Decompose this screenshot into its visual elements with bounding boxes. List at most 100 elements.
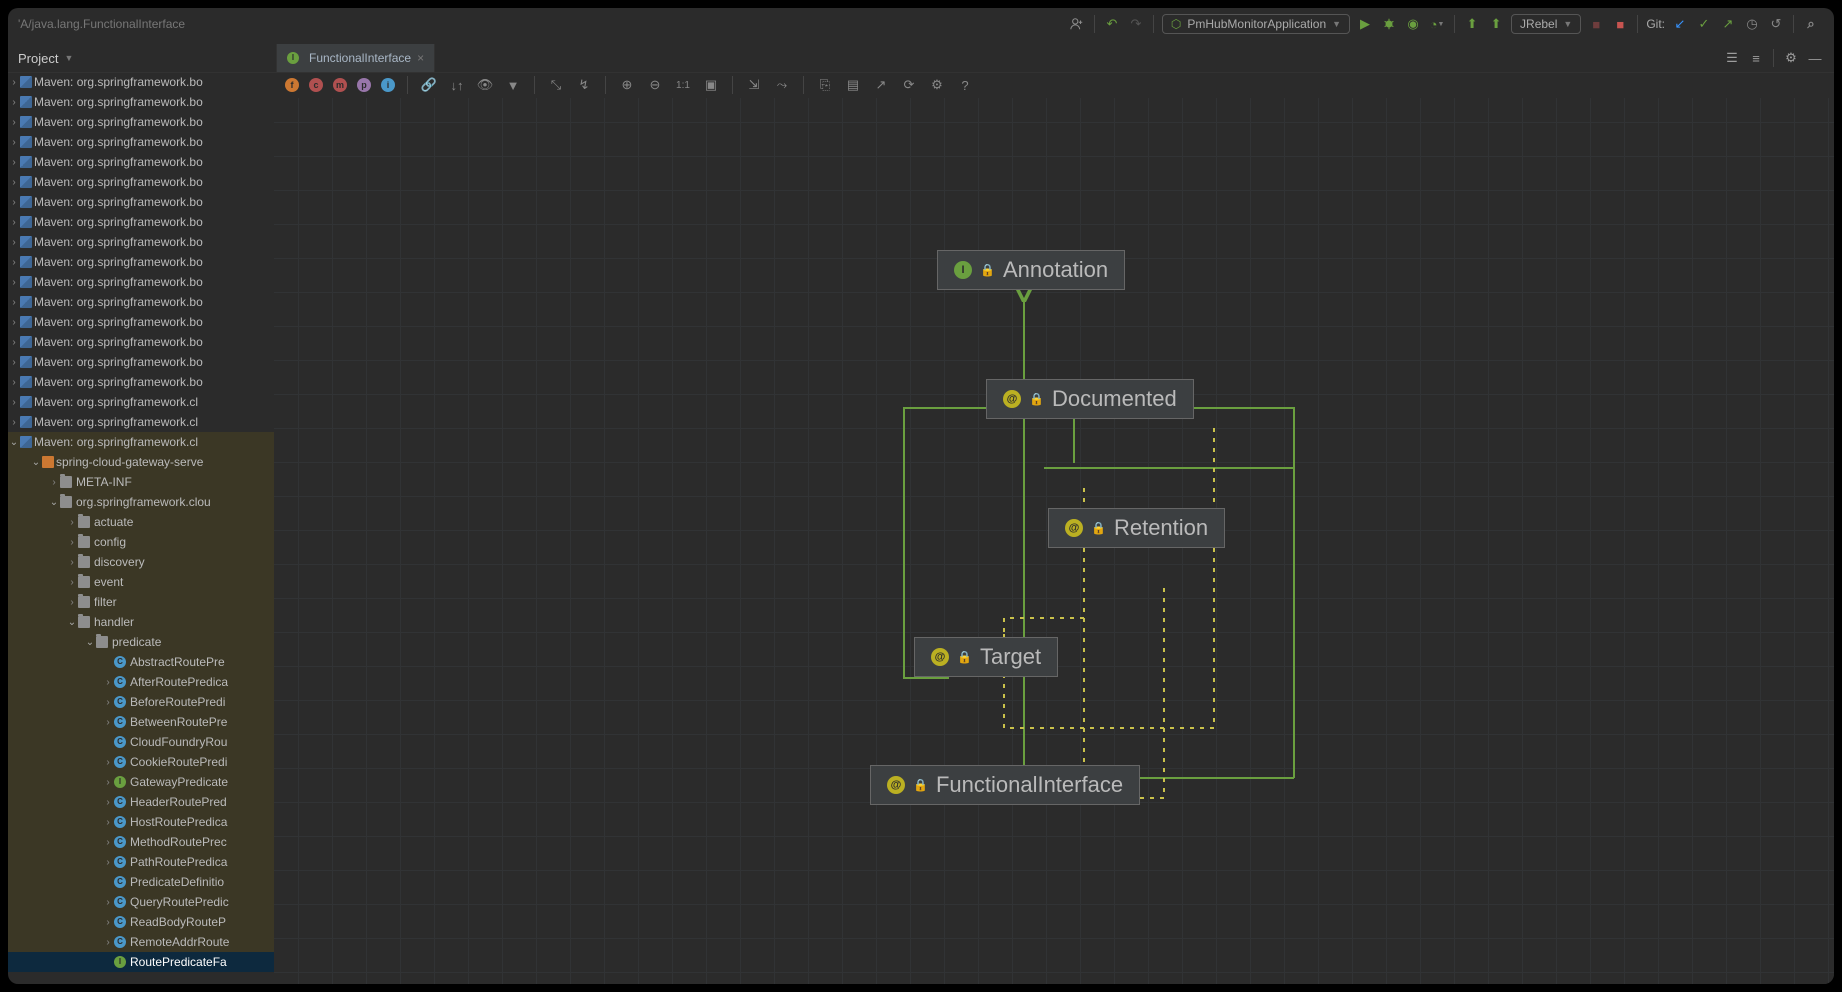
run-config-selector[interactable]: ⬡PmHubMonitorApplication▼ [1162,14,1350,34]
tree-item[interactable]: ⌄org.springframework.clou [8,492,274,512]
tree-item[interactable]: CPredicateDefinitio [8,872,274,892]
tree-item[interactable]: CCloudFoundryRou [8,732,274,752]
tree-item[interactable]: ›actuate [8,512,274,532]
sort-icon[interactable]: ↓↑ [448,76,466,94]
tree-item[interactable]: ›Maven: org.springframework.bo [8,312,274,332]
project-view-label[interactable]: Project [18,51,58,66]
diagram-settings-icon[interactable]: ⚙ [928,76,946,94]
tree-item[interactable]: ›CHeaderRoutePred [8,792,274,812]
property-filter-icon[interactable]: p [357,78,371,92]
editor-tab[interactable]: I FunctionalInterface × [276,44,435,72]
tree-item[interactable]: ›CMethodRoutePrec [8,832,274,852]
tree-item[interactable]: ›CBeforeRoutePredi [8,692,274,712]
tree-item[interactable]: ›Maven: org.springframework.bo [8,192,274,212]
tree-item[interactable]: ›event [8,572,274,592]
route-edges-icon[interactable]: ⤳ [773,76,791,94]
tree-item[interactable]: ›Maven: org.springframework.bo [8,92,274,112]
tree-item[interactable]: ›META-INF [8,472,274,492]
tree-item[interactable]: ⌄spring-cloud-gateway-serve [8,452,274,472]
fit-icon[interactable]: ▣ [702,76,720,94]
close-tab-icon[interactable]: × [417,51,424,65]
zoom-in-icon[interactable]: ⊕ [618,76,636,94]
diagram-node-functionalinterface[interactable]: @🔒FunctionalInterface [870,765,1140,805]
tree-item[interactable]: ›CReadBodyRouteP [8,912,274,932]
diagram-canvas[interactable]: I🔒Annotation @🔒Documented @🔒Retention @🔒… [274,98,1834,984]
diagram-node-retention[interactable]: @🔒Retention [1048,508,1225,548]
tree-item[interactable]: ›Maven: org.springframework.bo [8,172,274,192]
tree-item[interactable]: ›CCookieRoutePredi [8,752,274,772]
jrebel-icon-1[interactable]: ⬆ [1463,15,1481,33]
diagram-node-documented[interactable]: @🔒Documented [986,379,1194,419]
diagram-node-annotation[interactable]: I🔒Annotation [937,250,1125,290]
select-opened-icon[interactable]: ☰ [1723,49,1741,67]
tree-item[interactable]: ›Maven: org.springframework.bo [8,112,274,132]
expand-all-icon[interactable]: ≡ [1747,49,1765,67]
tree-item[interactable]: ›Maven: org.springframework.bo [8,72,274,92]
tree-item[interactable]: ›Maven: org.springframework.bo [8,272,274,292]
back-icon[interactable]: ↶ [1103,15,1121,33]
dependencies-icon[interactable]: 🔗 [420,76,438,94]
route-icon[interactable]: ↯ [575,76,593,94]
search-icon[interactable]: ⌕ [1802,15,1820,33]
apply-layout-icon[interactable]: ⇲ [745,76,763,94]
tree-item-selected[interactable]: IRoutePredicateFa [8,952,274,972]
tree-item[interactable]: ›Maven: org.springframework.bo [8,352,274,372]
jrebel-dropdown[interactable]: JRebel▼ [1511,14,1581,34]
hide-icon[interactable]: — [1806,49,1824,67]
tree-item[interactable]: ›CPathRoutePredica [8,852,274,872]
profile-icon[interactable]: ◔▼ [1428,15,1446,33]
tree-item[interactable]: ›Maven: org.springframework.bo [8,372,274,392]
git-history-icon[interactable]: ◷ [1743,15,1761,33]
tree-item[interactable]: CAbstractRoutePre [8,652,274,672]
visibility-icon[interactable]: 👁 [476,76,494,94]
forward-icon[interactable]: ↷ [1127,15,1145,33]
git-update-icon[interactable]: ↙ [1671,15,1689,33]
tree-item[interactable]: ›CHostRoutePredica [8,812,274,832]
tree-item[interactable]: ›CQueryRoutePredic [8,892,274,912]
tree-item[interactable]: ›IGatewayPredicate [8,772,274,792]
tree-item[interactable]: ›discovery [8,552,274,572]
inner-filter-icon[interactable]: i [381,78,395,92]
tree-item[interactable]: ›filter [8,592,274,612]
tree-item[interactable]: ›CAfterRoutePredica [8,672,274,692]
add-user-icon[interactable] [1068,15,1086,33]
filter-icon[interactable]: ▼ [504,76,522,94]
method-filter-icon[interactable]: m [333,78,347,92]
tree-item[interactable]: ›config [8,532,274,552]
help-icon[interactable]: ? [956,76,974,94]
tree-item[interactable]: ›CBetweenRoutePre [8,712,274,732]
tree-item[interactable]: ⌄handler [8,612,274,632]
settings-icon[interactable]: ⚙ [1782,49,1800,67]
tree-item[interactable]: ›CRemoteAddrRoute [8,932,274,952]
layout-icon[interactable]: ⤡ [547,76,565,94]
jrebel-icon-2[interactable]: ⬆ [1487,15,1505,33]
tree-item[interactable]: ›Maven: org.springframework.bo [8,232,274,252]
tree-item[interactable]: ⌄predicate [8,632,274,652]
stop-icon[interactable]: ■ [1611,15,1629,33]
coverage-icon[interactable]: ◉ [1404,15,1422,33]
git-commit-icon[interactable]: ✓ [1695,15,1713,33]
tree-item[interactable]: ›Maven: org.springframework.bo [8,132,274,152]
debug-icon[interactable] [1380,15,1398,33]
git-rollback-icon[interactable]: ↺ [1767,15,1785,33]
tree-item[interactable]: ⌄Maven: org.springframework.cl [8,432,274,452]
refresh-icon[interactable]: ⟳ [900,76,918,94]
diagram-node-target[interactable]: @🔒Target [914,637,1058,677]
tree-item[interactable]: ›Maven: org.springframework.cl [8,392,274,412]
export-icon[interactable]: ↗ [872,76,890,94]
zoom-actual-icon[interactable]: 1:1 [674,76,692,94]
tree-item[interactable]: ›Maven: org.springframework.cl [8,412,274,432]
zoom-out-icon[interactable]: ⊖ [646,76,664,94]
tree-item[interactable]: ›Maven: org.springframework.bo [8,152,274,172]
git-push-icon[interactable]: ↗ [1719,15,1737,33]
snapshot-icon[interactable]: ▤ [844,76,862,94]
constructor-filter-icon[interactable]: c [309,78,323,92]
tree-item[interactable]: ›Maven: org.springframework.bo [8,292,274,312]
tree-item[interactable]: ›Maven: org.springframework.bo [8,252,274,272]
field-filter-icon[interactable]: f [285,78,299,92]
run-icon[interactable]: ▶ [1356,15,1374,33]
project-view-dropdown-icon[interactable]: ▼ [64,53,73,63]
copy-icon[interactable]: ⎘ [816,76,834,94]
tree-item[interactable]: ›Maven: org.springframework.bo [8,212,274,232]
tree-item[interactable]: ›Maven: org.springframework.bo [8,332,274,352]
